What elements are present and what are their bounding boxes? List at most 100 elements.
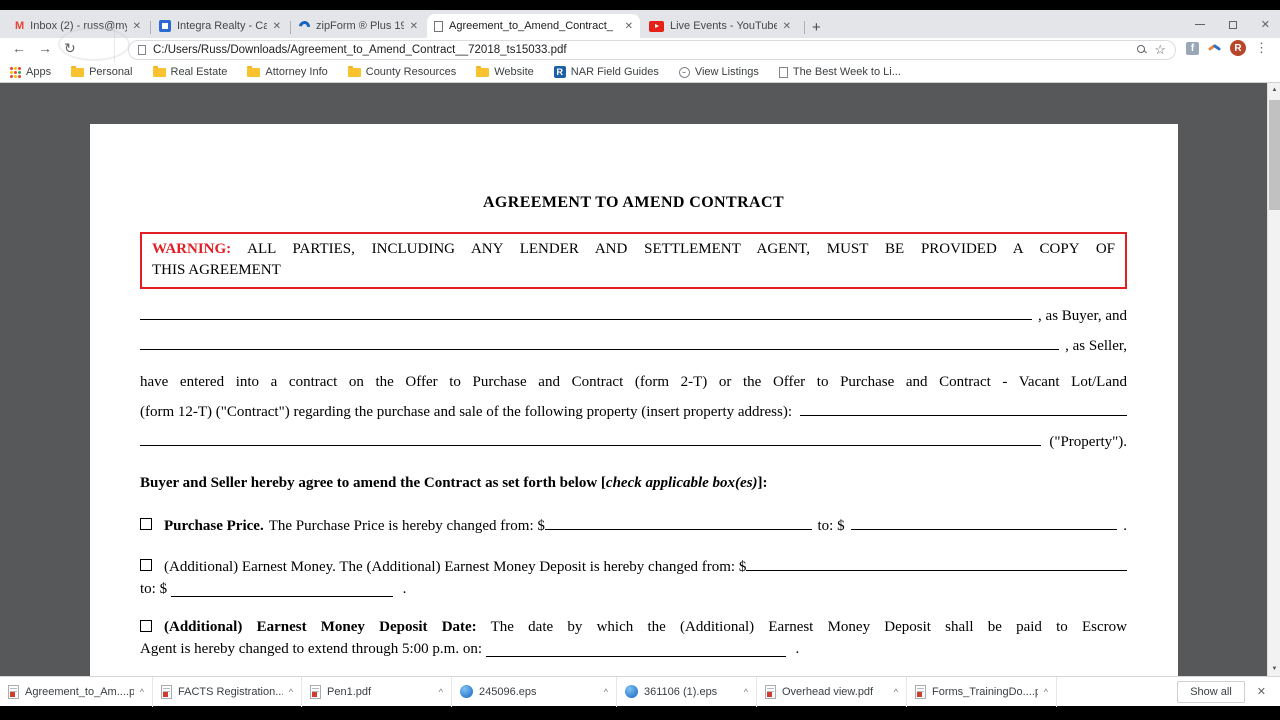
dropdown-caret-icon[interactable]: ^ (604, 687, 608, 697)
bookmark-best-week[interactable]: The Best Week to Li... (778, 66, 901, 78)
bookmark-apps[interactable]: Apps (10, 66, 51, 78)
pdf-file-icon (8, 684, 19, 699)
bookmark-star-icon[interactable]: ☆ (1154, 42, 1166, 58)
tab-zipform[interactable]: zipForm ® Plus 1903.30 ✕ (292, 14, 425, 38)
download-filename: 245096.eps (479, 685, 537, 698)
download-item[interactable]: Overhead view.pdf ^ (757, 676, 907, 707)
dropdown-caret-icon[interactable]: ^ (894, 687, 898, 697)
dropdown-caret-icon[interactable]: ^ (744, 687, 748, 697)
earnest-to-blank[interactable] (170, 585, 393, 597)
new-tab-button[interactable]: + (812, 19, 821, 36)
bookmark-attorney-info[interactable]: Attorney Info (247, 65, 328, 78)
recital-line2: (form 12-T) ("Contract") regarding the p… (140, 397, 1127, 427)
bookmark-county-resources[interactable]: County Resources (347, 65, 456, 78)
profile-avatar[interactable]: R (1230, 40, 1246, 56)
tab-calendar[interactable]: Integra Realty - Calendar - Week ✕ (152, 14, 288, 38)
recital-line1: have entered into a contract on the Offe… (140, 374, 1127, 390)
warning-text-line2: THIS AGREEMENT (152, 262, 281, 278)
earnest-date-blank[interactable] (485, 645, 786, 657)
dropdown-caret-icon[interactable]: ^ (289, 687, 293, 697)
earnest-date-item: (Additional) Earnest Money Deposit Date:… (140, 616, 1127, 638)
earnest-date-end: . (795, 641, 800, 657)
vertical-scrollbar[interactable]: ▲ ▼ (1267, 83, 1280, 676)
property-address-blank-line2[interactable] (140, 434, 1042, 446)
download-filename: Pen1.pdf (327, 685, 372, 698)
back-icon[interactable]: ← (12, 40, 26, 56)
pdf-file-icon (915, 684, 926, 699)
tab-strip: M Inbox (2) - russ@myintegrarealt ✕ Inte… (0, 10, 1280, 38)
address-bar[interactable]: C:/Users/Russ/Downloads/Agreement_to_Ame… (128, 40, 1176, 60)
bookmark-view-listings[interactable]: View Listings (678, 66, 759, 78)
earnest-from-blank[interactable] (746, 559, 1127, 571)
purchase-price-checkbox[interactable] (140, 518, 152, 530)
earnest-date-text2: Agent is hereby changed to extend throug… (140, 641, 483, 657)
nar-icon: R (553, 66, 566, 78)
buyer-name-line: , as Buyer, and (140, 301, 1127, 331)
forward-icon[interactable]: → (38, 40, 52, 56)
earnest-date-checkbox[interactable] (140, 620, 152, 632)
dropdown-caret-icon[interactable]: ^ (1044, 687, 1048, 697)
property-address-blank-line[interactable] (800, 404, 1127, 416)
bookmark-label: NAR Field Guides (570, 66, 659, 78)
facebook-extension-icon[interactable]: f (1186, 41, 1199, 55)
agree-prefix: Buyer and Seller hereby agree to amend t… (140, 475, 606, 491)
scroll-down-icon[interactable]: ▼ (1268, 666, 1280, 672)
close-tab-icon[interactable]: ✕ (625, 21, 633, 32)
buyer-blank-line[interactable] (140, 308, 1033, 320)
minimize-icon[interactable] (1194, 24, 1205, 25)
show-all-button[interactable]: Show all (1177, 680, 1245, 703)
bookmark-label: View Listings (694, 66, 759, 78)
bookmark-website[interactable]: Website (476, 65, 534, 78)
browser-toolbar: ← → ↻ C:/Users/Russ/Downloads/Agreement_… (0, 38, 1280, 62)
bookmark-nar-field-guides[interactable]: R NAR Field Guides (553, 66, 659, 78)
download-item[interactable]: Pen1.pdf ^ (302, 676, 452, 707)
close-tab-icon[interactable]: ✕ (783, 21, 791, 32)
chrome-menu-icon[interactable]: ⋮ (1255, 40, 1268, 56)
window-close-icon[interactable]: ✕ (1261, 18, 1270, 31)
url-text[interactable]: C:/Users/Russ/Downloads/Agreement_to_Ame… (153, 44, 1130, 56)
tab-separator (290, 21, 291, 34)
youtube-icon (649, 20, 664, 32)
price-from-blank[interactable] (544, 518, 812, 530)
dropdown-caret-icon[interactable]: ^ (439, 687, 443, 697)
bookmark-personal[interactable]: Personal (71, 65, 133, 78)
download-item[interactable]: Forms_TrainingDo....pdf ^ (907, 676, 1057, 707)
download-filename: Overhead view.pdf (782, 685, 874, 698)
close-tab-icon[interactable]: ✕ (410, 21, 418, 32)
eps-file-icon (460, 685, 473, 698)
extensions-cluster: f R ⋮ (1186, 40, 1268, 56)
zoom-magnifier-icon[interactable] (1137, 45, 1147, 55)
earnest-money-text: (Additional) Earnest Money. The (Additio… (164, 559, 747, 575)
maximize-icon[interactable] (1228, 20, 1237, 29)
screen-bottom-black-bar (0, 706, 1280, 720)
scroll-up-icon[interactable]: ▲ (1268, 87, 1280, 93)
purchase-price-item: Purchase Price. The Purchase Price is he… (140, 515, 1127, 537)
purchase-price-to: to: $ (817, 518, 845, 534)
tab-youtube[interactable]: Live Events - YouTube ✕ (642, 14, 798, 38)
globe-icon (678, 66, 690, 78)
earnest-money-checkbox[interactable] (140, 559, 152, 571)
close-tab-icon[interactable]: ✕ (273, 21, 281, 32)
download-item[interactable]: 361106 (1).eps ^ (617, 676, 757, 707)
downloads-close-icon[interactable]: ✕ (1257, 685, 1266, 698)
pdf-file-icon (310, 684, 321, 699)
zipform-extension-icon[interactable] (1208, 44, 1221, 53)
zipform-icon (296, 18, 313, 34)
close-tab-icon[interactable]: ✕ (133, 21, 141, 32)
agree-suffix: ]: (757, 475, 768, 491)
bookmark-real-estate[interactable]: Real Estate (152, 65, 227, 78)
price-to-blank[interactable] (850, 518, 1118, 530)
eps-file-icon (625, 685, 638, 698)
bookmark-label: Apps (26, 66, 52, 78)
seller-blank-line[interactable] (140, 338, 1060, 350)
earnest-money-item-line2: to: $ . (140, 578, 1127, 600)
download-item[interactable]: Agreement_to_Am....pdf ^ (0, 676, 153, 707)
purchase-price-bold: Purchase Price. (164, 518, 264, 534)
scrollbar-thumb[interactable] (1269, 100, 1280, 210)
apps-grid-icon (10, 66, 21, 78)
bookmark-label: Attorney Info (265, 66, 328, 78)
download-item[interactable]: FACTS Registration....pdf ^ (153, 676, 302, 707)
dropdown-caret-icon[interactable]: ^ (140, 687, 144, 697)
tab-agreement-pdf-active[interactable]: Agreement_to_Amend_Contract_ ✕ (427, 14, 640, 38)
download-item[interactable]: 245096.eps ^ (452, 676, 617, 707)
